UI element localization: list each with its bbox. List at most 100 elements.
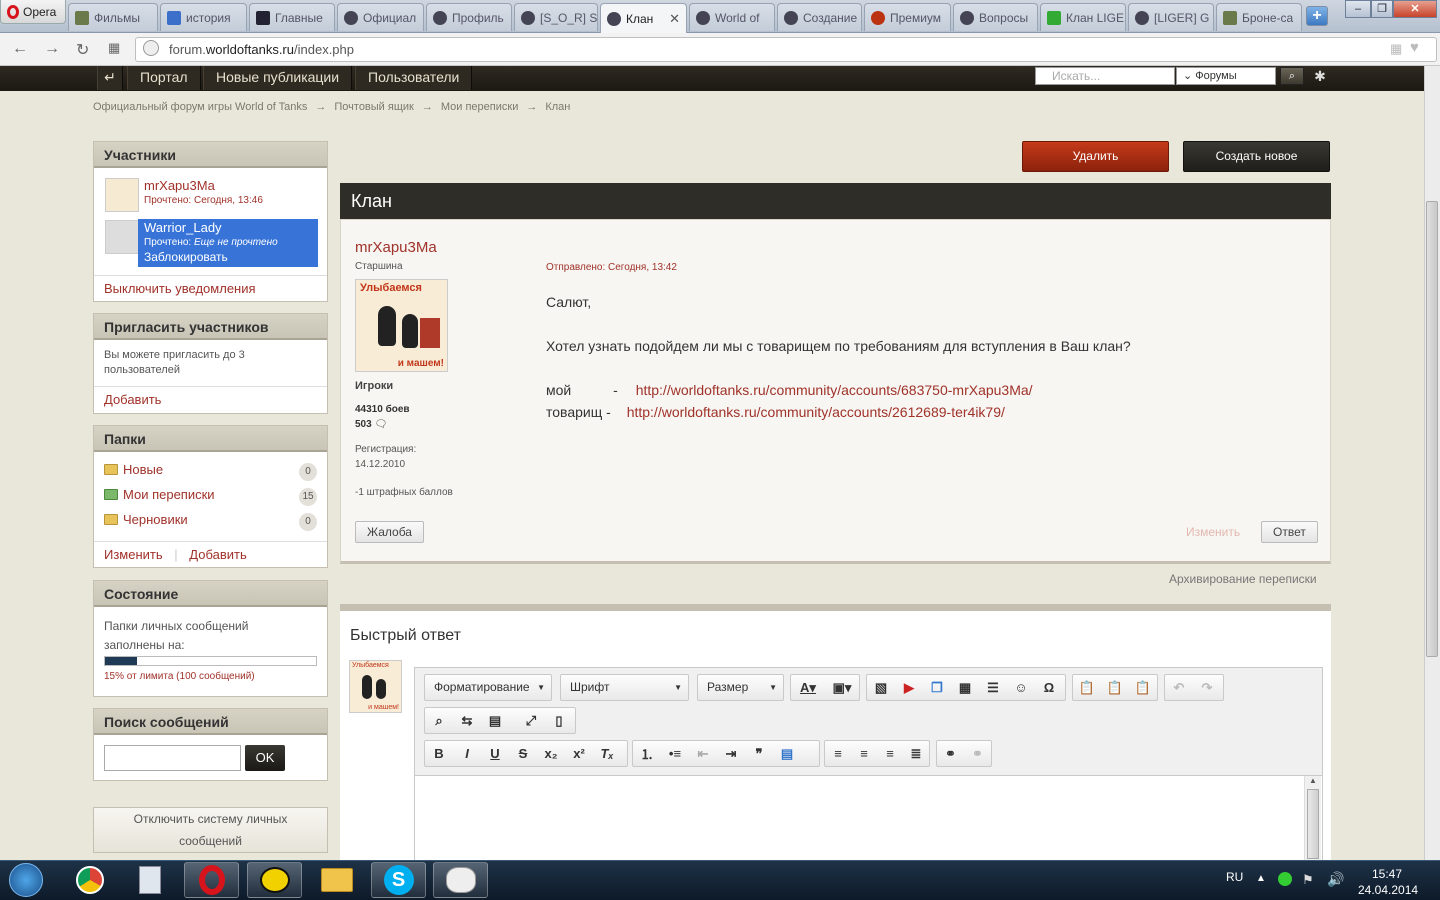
- bullet-list-icon[interactable]: •≡: [661, 746, 689, 761]
- delete-button[interactable]: Удалить: [1022, 141, 1169, 172]
- scroll-thumb[interactable]: [1307, 789, 1319, 859]
- calculator-taskbar-icon[interactable]: [122, 862, 177, 898]
- size-select[interactable]: Размер ▼: [697, 674, 784, 701]
- minimize-button[interactable]: –: [1345, 0, 1371, 18]
- reply-textarea[interactable]: [415, 775, 1322, 871]
- folder-drafts[interactable]: Черновики: [104, 512, 188, 527]
- chrome-taskbar-icon[interactable]: [62, 862, 117, 898]
- explorer-taskbar-icon[interactable]: [309, 862, 364, 898]
- author-name[interactable]: mrXapu3Ma: [355, 239, 437, 256]
- reply-button[interactable]: Ответ: [1261, 521, 1318, 543]
- numbered-list-icon[interactable]: ⒈: [633, 744, 661, 763]
- undo-icon[interactable]: ↶: [1165, 680, 1193, 696]
- underline-icon[interactable]: U: [481, 746, 509, 761]
- profile-link[interactable]: http://worldoftanks.ru/community/account…: [636, 382, 1033, 398]
- back-icon[interactable]: ←: [12, 40, 28, 58]
- forward-icon[interactable]: →: [44, 40, 60, 58]
- skype-taskbar-icon[interactable]: S: [371, 862, 426, 898]
- message-search-button[interactable]: OK: [245, 745, 285, 771]
- disable-notifications-link[interactable]: Выключить уведомления: [94, 275, 327, 301]
- bg-color-icon[interactable]: ▣▾: [825, 680, 859, 696]
- clear-format-icon[interactable]: Tₓ: [593, 746, 621, 761]
- browser-tab[interactable]: World of: [689, 3, 775, 31]
- network-icon[interactable]: [1304, 872, 1318, 886]
- edit-button[interactable]: Изменить: [1186, 525, 1240, 539]
- special-char-icon[interactable]: Ω: [1035, 680, 1063, 695]
- scroll-up-icon[interactable]: ▲: [1305, 776, 1321, 785]
- superscript-icon[interactable]: x²: [565, 746, 593, 761]
- paint-taskbar-icon[interactable]: [433, 862, 488, 898]
- opera-menu-button[interactable]: Opera: [0, 0, 66, 24]
- maximize-button[interactable]: ❐: [1371, 0, 1393, 18]
- format-select[interactable]: Форматирование ▼: [424, 674, 552, 701]
- browser-tab[interactable]: Броне-са: [1216, 3, 1302, 31]
- nav-users[interactable]: Пользователи: [355, 66, 473, 90]
- create-new-button[interactable]: Создать новое: [1183, 141, 1330, 172]
- message-search-input[interactable]: [104, 745, 241, 771]
- browser-tab[interactable]: [S_O_R] S: [514, 3, 598, 31]
- outdent-icon[interactable]: ⇤: [689, 746, 717, 762]
- subscript-icon[interactable]: x₂: [537, 746, 565, 761]
- youtube-icon[interactable]: ▶: [895, 680, 923, 696]
- redo-icon[interactable]: ↷: [1193, 680, 1221, 696]
- browser-tab[interactable]: Официал: [337, 3, 424, 31]
- nav-return-icon[interactable]: ↵: [97, 66, 123, 90]
- forum-search-input[interactable]: Искать...: [1035, 67, 1175, 85]
- maximize-icon[interactable]: ⤢: [517, 713, 545, 729]
- opera-taskbar-icon[interactable]: [184, 862, 239, 898]
- browser-tab[interactable]: Премиум: [864, 3, 951, 31]
- breadcrumb-forum[interactable]: Официальный форум игры World of Tanks: [93, 101, 307, 113]
- report-button[interactable]: Жалоба: [355, 521, 424, 543]
- profile-link[interactable]: http://worldoftanks.ru/community/account…: [627, 404, 1005, 420]
- browser-tab[interactable]: [LIGER] G: [1128, 3, 1214, 31]
- close-window-button[interactable]: ✕: [1393, 0, 1437, 18]
- breadcrumb-conversations[interactable]: Мои переписки: [441, 101, 518, 113]
- browser-tab[interactable]: история: [160, 3, 247, 31]
- source-icon[interactable]: ▤: [481, 713, 509, 729]
- folder-conversations[interactable]: Мои переписки: [104, 487, 215, 502]
- language-indicator[interactable]: RU: [1226, 870, 1243, 884]
- bold-icon[interactable]: B: [425, 746, 453, 761]
- avatar[interactable]: [105, 178, 139, 212]
- search-scope-select[interactable]: ⌄ Форумы: [1176, 67, 1276, 85]
- align-left-icon[interactable]: ≡: [825, 746, 851, 761]
- page-scroll-thumb[interactable]: [1426, 201, 1438, 657]
- start-button[interactable]: [2, 862, 50, 898]
- table-icon[interactable]: ▦: [951, 680, 979, 696]
- unlink-icon[interactable]: ⚭: [964, 746, 991, 762]
- browser-tab[interactable]: Фильмы: [68, 3, 158, 31]
- indent-icon[interactable]: ⇥: [717, 746, 745, 762]
- gear-icon[interactable]: ✱: [1310, 66, 1330, 86]
- avatar[interactable]: [105, 220, 139, 254]
- browser-tab[interactable]: Главные: [249, 3, 335, 31]
- browser-tab[interactable]: Вопросы: [953, 3, 1038, 31]
- tray-app-icon[interactable]: [1278, 872, 1292, 886]
- breadcrumb-mailbox[interactable]: Почтовый ящик: [334, 101, 413, 113]
- strike-icon[interactable]: S: [509, 746, 537, 761]
- replace-icon[interactable]: ⇆: [453, 713, 481, 729]
- disable-pm-button[interactable]: Отключить систему личных сообщений: [93, 807, 328, 853]
- paste-text-icon[interactable]: 📋: [1101, 680, 1129, 696]
- url-field[interactable]: forum.worldoftanks.ru/index.php: [135, 37, 1437, 62]
- hr-icon[interactable]: ☰: [979, 680, 1007, 696]
- quote-icon[interactable]: ❞: [745, 746, 773, 762]
- search-icon[interactable]: ⌕: [425, 713, 453, 729]
- folders-edit-link[interactable]: Изменить: [104, 547, 163, 562]
- block-user-link[interactable]: Заблокировать: [144, 250, 278, 264]
- heart-icon[interactable]: ♥: [1410, 39, 1419, 56]
- volume-icon[interactable]: 🔊: [1327, 871, 1344, 888]
- batman-taskbar-icon[interactable]: [247, 862, 302, 898]
- reload-icon[interactable]: ↻: [76, 40, 89, 60]
- participant-name[interactable]: mrXapu3Ma: [144, 178, 263, 193]
- align-center-icon[interactable]: ≡: [851, 746, 877, 761]
- new-tab-button[interactable]: +: [1306, 6, 1328, 26]
- folders-add-link[interactable]: Добавить: [189, 547, 246, 562]
- justify-icon[interactable]: ≣: [903, 746, 929, 762]
- align-right-icon[interactable]: ≡: [877, 746, 903, 761]
- browser-tab[interactable]: Клан ✕: [600, 3, 687, 33]
- participant-name[interactable]: Warrior_Lady: [144, 220, 278, 235]
- textarea-scrollbar[interactable]: ▲: [1304, 776, 1321, 871]
- speed-dial-icon[interactable]: ▦: [108, 40, 120, 56]
- search-icon[interactable]: ⌕: [1280, 67, 1304, 85]
- close-tab-icon[interactable]: ✕: [669, 11, 680, 27]
